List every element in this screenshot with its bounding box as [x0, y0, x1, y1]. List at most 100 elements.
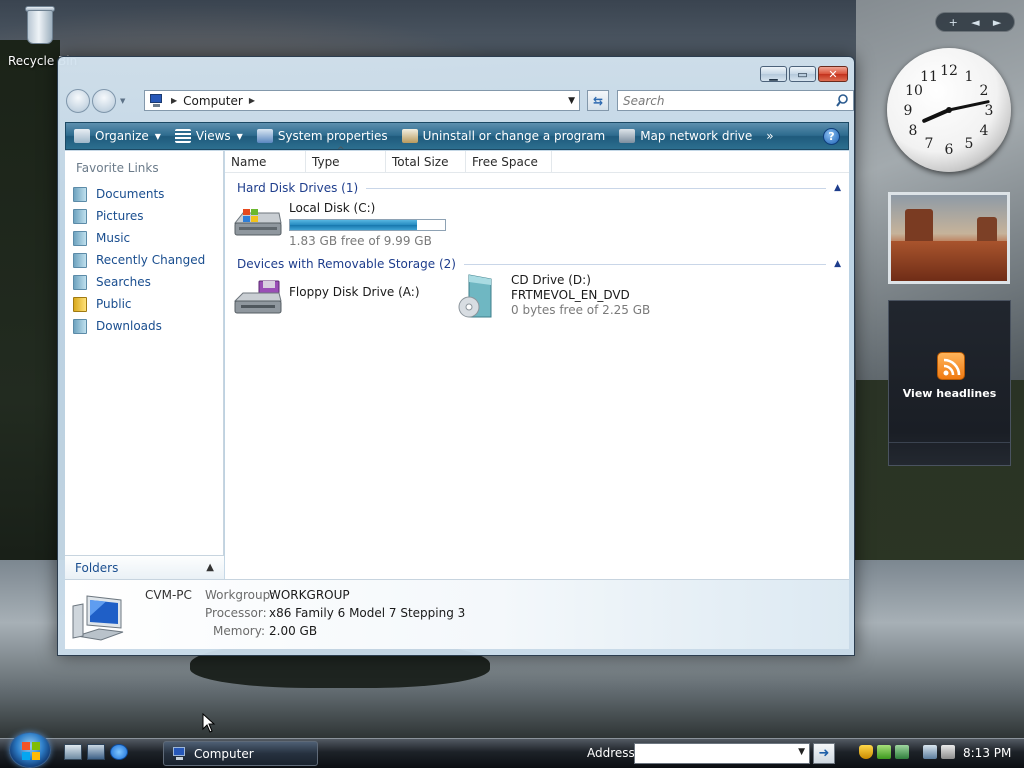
- views-menu-button[interactable]: Views ▼: [174, 129, 243, 143]
- explorer-window: ▁ ▭ ✕ ▼ ▶ Computer ▶ ▼ ⇆ Search Organize…: [57, 56, 855, 656]
- drive-volume-label: FRTMEVOL_EN_DVD: [511, 288, 630, 302]
- favorite-link-recently-changed[interactable]: Recently Changed: [65, 249, 223, 271]
- address-bar[interactable]: ▶ Computer ▶ ▼: [144, 90, 580, 111]
- column-header-total-size[interactable]: Total Size: [386, 151, 466, 173]
- svg-text:6: 6: [945, 142, 954, 158]
- drive-free-space: 1.83 GB free of 9.99 GB: [289, 234, 432, 248]
- next-gadget-button[interactable]: ►: [993, 16, 1001, 29]
- memory-value: 2.00 GB: [269, 624, 318, 638]
- start-button[interactable]: [9, 732, 51, 768]
- floppy-drive-icon: [233, 277, 283, 317]
- clock-face-icon: 12 1 2 3 4 5 6 7 8 9 10 11: [904, 63, 994, 158]
- taskbar-clock[interactable]: 8:13 PM: [963, 746, 1011, 760]
- drive-cd-d[interactable]: CD Drive (D:) FRTMEVOL_EN_DVD 0 bytes fr…: [455, 273, 650, 318]
- drive-capacity-fill: [290, 220, 417, 230]
- add-gadget-button[interactable]: +: [949, 16, 958, 29]
- security-shield-icon[interactable]: [859, 745, 873, 759]
- drive-name: Floppy Disk Drive (A:): [289, 285, 420, 299]
- drive-floppy-a[interactable]: Floppy Disk Drive (A:): [233, 277, 420, 317]
- network-status-icon[interactable]: [877, 745, 891, 759]
- breadcrumb-arrow-icon[interactable]: ▶: [249, 96, 255, 105]
- system-properties-button[interactable]: System properties: [256, 129, 388, 143]
- slideshow-gadget[interactable]: [888, 192, 1010, 284]
- chevron-up-icon: ▲: [206, 562, 214, 573]
- column-header-type[interactable]: Type: [306, 151, 386, 173]
- taskbar-button-computer[interactable]: Computer: [163, 741, 318, 766]
- volume-muted-icon[interactable]: [941, 745, 955, 759]
- collapse-group-icon[interactable]: ▲: [834, 183, 841, 193]
- favorite-link-downloads[interactable]: Downloads: [65, 315, 223, 337]
- favorite-link-documents[interactable]: Documents: [65, 183, 223, 205]
- favorite-link-label: Documents: [96, 187, 165, 201]
- prev-gadget-button[interactable]: ◄: [971, 16, 979, 29]
- collapse-group-icon[interactable]: ▲: [834, 259, 841, 269]
- system-properties-icon: [256, 129, 273, 143]
- search-icon[interactable]: [836, 94, 848, 107]
- breadcrumb-arrow-icon[interactable]: ▶: [171, 96, 177, 105]
- taskbar-address-input[interactable]: ▼: [634, 743, 810, 764]
- update-icon[interactable]: [895, 745, 909, 759]
- feed-headlines-gadget[interactable]: View headlines: [888, 300, 1011, 466]
- favorite-link-music[interactable]: Music: [65, 227, 223, 249]
- drive-name: Local Disk (C:): [289, 201, 376, 215]
- minimize-button[interactable]: ▁: [760, 66, 787, 82]
- switch-windows-icon[interactable]: [87, 744, 105, 760]
- hard-disk-icon: [233, 201, 283, 241]
- refresh-button[interactable]: ⇆: [587, 90, 609, 111]
- folders-toggle[interactable]: Folders ▲: [65, 555, 224, 579]
- organize-icon: [74, 129, 90, 143]
- favorite-link-searches[interactable]: Searches: [65, 271, 223, 293]
- network-icon[interactable]: [923, 745, 937, 759]
- close-button[interactable]: ✕: [818, 66, 848, 82]
- group-title: Hard Disk Drives (1): [237, 181, 359, 195]
- documents-folder-icon: [73, 186, 87, 202]
- back-button[interactable]: [66, 89, 90, 113]
- minimize-icon: ▁: [769, 67, 778, 81]
- computer-name: CVM-PC: [145, 588, 192, 602]
- drive-capacity-bar: [289, 219, 446, 231]
- internet-explorer-icon[interactable]: [110, 744, 128, 760]
- programs-icon: [401, 129, 418, 143]
- favorite-link-label: Downloads: [96, 319, 162, 333]
- taskbar-button-label: Computer: [194, 746, 254, 761]
- help-icon[interactable]: ?: [823, 128, 840, 145]
- computer-large-icon: [71, 592, 129, 644]
- recently-changed-icon: [73, 252, 87, 268]
- column-header-name[interactable]: Name: [225, 151, 306, 173]
- svg-text:11: 11: [920, 69, 938, 85]
- svg-text:9: 9: [904, 103, 913, 119]
- search-input[interactable]: Search: [617, 90, 854, 111]
- views-icon: [174, 129, 191, 143]
- favorite-link-label: Music: [96, 231, 131, 245]
- favorite-link-pictures[interactable]: Pictures: [65, 205, 223, 227]
- view-headlines-link[interactable]: View headlines: [889, 387, 1010, 400]
- search-placeholder: Search: [623, 93, 665, 108]
- group-title: Devices with Removable Storage (2): [237, 257, 456, 271]
- group-header-removable-storage[interactable]: Devices with Removable Storage (2) ▲: [237, 256, 841, 272]
- windows-logo-icon: [22, 742, 40, 760]
- favorite-link-public[interactable]: Public: [65, 293, 223, 315]
- breadcrumb-computer[interactable]: Computer: [183, 94, 243, 108]
- maximize-button[interactable]: ▭: [789, 66, 816, 82]
- clock-gadget[interactable]: 12 1 2 3 4 5 6 7 8 9 10 11: [887, 48, 1011, 172]
- chevron-down-icon: ▼: [236, 131, 243, 141]
- group-header-hard-disks[interactable]: Hard Disk Drives (1) ▲: [237, 180, 841, 196]
- organize-menu-button[interactable]: Organize ▼: [74, 129, 161, 143]
- map-network-drive-button[interactable]: Map network drive: [619, 129, 752, 143]
- folders-label: Folders: [75, 560, 119, 575]
- uninstall-program-button[interactable]: Uninstall or change a program: [401, 129, 605, 143]
- more-commands-button[interactable]: »: [766, 129, 773, 143]
- rss-feed-icon: [937, 352, 965, 380]
- address-dropdown-icon[interactable]: ▼: [568, 96, 575, 106]
- music-folder-icon: [73, 230, 87, 246]
- column-header-free-space[interactable]: Free Space: [466, 151, 552, 173]
- taskbar-address-go-button[interactable]: ➜: [813, 743, 835, 764]
- recent-pages-dropdown[interactable]: ▼: [120, 97, 130, 105]
- show-desktop-icon[interactable]: [64, 744, 82, 760]
- drive-local-disk-c[interactable]: Local Disk (C:) 1.83 GB free of 9.99 GB: [233, 201, 446, 249]
- favorite-link-label: Pictures: [96, 209, 144, 223]
- forward-button[interactable]: [92, 89, 116, 113]
- chevron-down-icon[interactable]: ▼: [798, 747, 805, 757]
- workgroup-value: WORKGROUP: [269, 588, 350, 602]
- chevron-down-icon: ▼: [154, 131, 161, 141]
